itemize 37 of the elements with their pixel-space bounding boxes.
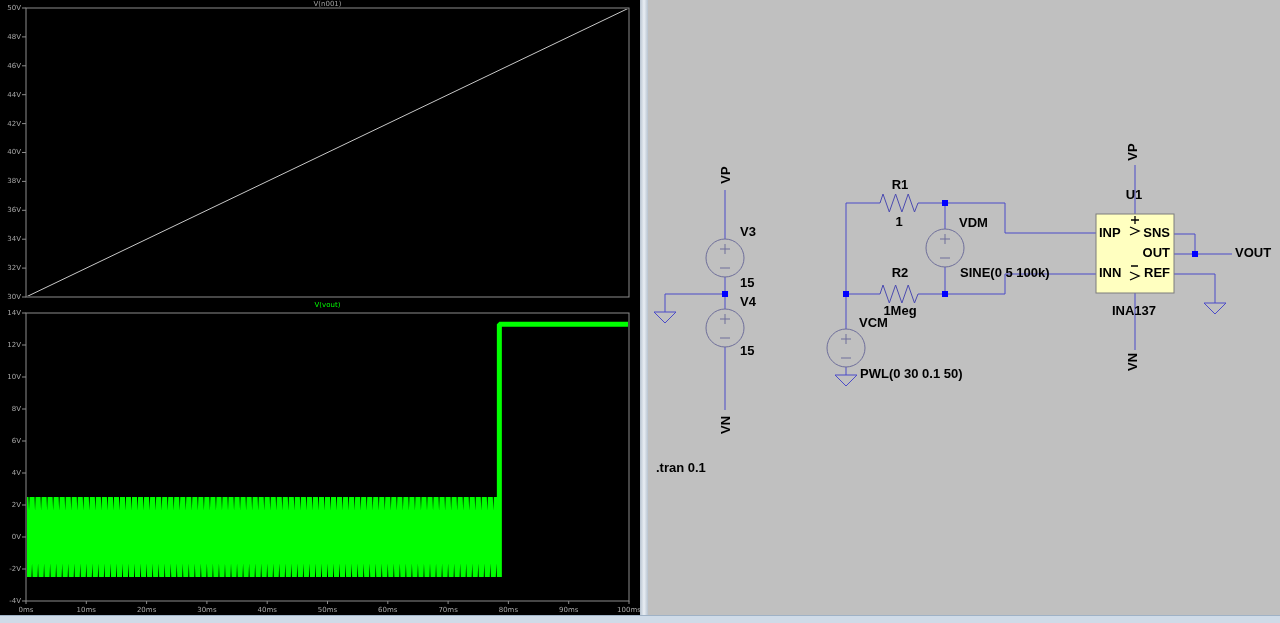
voltage-source-symbol[interactable]: [826, 328, 866, 368]
voltage-source-symbol[interactable]: [705, 238, 745, 278]
spice-directive: .tran 0.1: [656, 460, 706, 476]
net-label: VN: [1125, 352, 1141, 372]
amplifier-body[interactable]: [1095, 213, 1175, 294]
component-value: PWL(0 30 0.1 50): [860, 366, 963, 382]
component-reference: R1: [891, 177, 909, 193]
net-label: VN: [718, 415, 734, 435]
pin-label: INN: [1099, 265, 1122, 281]
component-reference: U1: [1125, 187, 1143, 203]
pin-label: SNS: [1143, 225, 1170, 241]
component-reference: R2: [891, 265, 909, 281]
component-value: 1: [895, 214, 903, 230]
input-polarity-icon: [1129, 215, 1141, 281]
wire[interactable]: [1134, 292, 1136, 351]
pin-label: OUT: [1142, 245, 1170, 261]
net-label: VOUT: [1235, 245, 1272, 261]
ground-icon[interactable]: [834, 374, 858, 387]
component-reference: VDM: [959, 215, 988, 231]
resistor-symbol[interactable]: [879, 284, 919, 304]
net-label: VP: [718, 166, 734, 184]
ground-icon[interactable]: [1203, 302, 1227, 315]
ground-icon[interactable]: [653, 311, 677, 324]
pin-label: REF: [1144, 265, 1170, 281]
resistor-symbol[interactable]: [879, 193, 919, 213]
voltage-source-symbol[interactable]: [705, 308, 745, 348]
component-value: 15: [740, 343, 755, 359]
voltage-source-symbol[interactable]: [925, 228, 965, 268]
component-value: INA137: [1111, 303, 1157, 319]
component-value: 15: [740, 275, 755, 291]
component-reference: V4: [740, 294, 756, 310]
wire[interactable]: [1173, 253, 1233, 255]
component-value: SINE(0 5 100k): [960, 265, 1050, 281]
net-label: VP: [1125, 143, 1141, 161]
wire[interactable]: [917, 202, 1098, 234]
pin-label: INP: [1099, 225, 1121, 241]
component-reference: V3: [740, 224, 756, 240]
